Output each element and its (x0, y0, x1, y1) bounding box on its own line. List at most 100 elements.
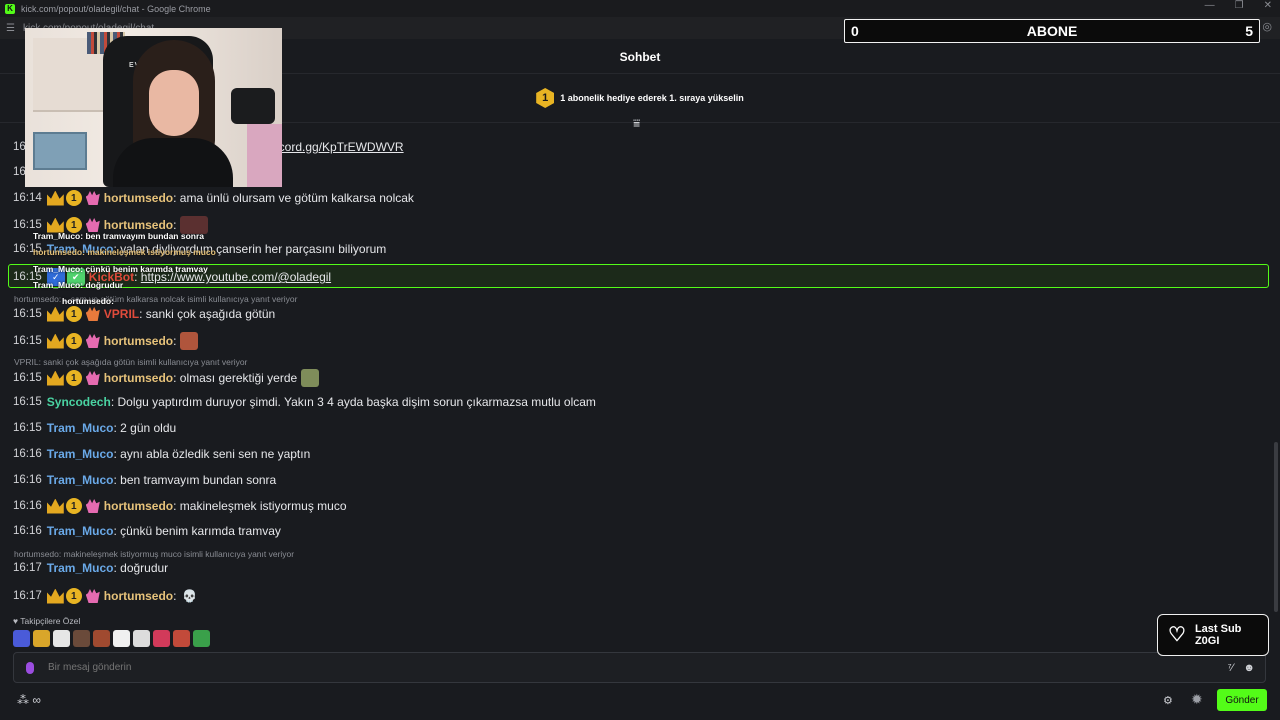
emote-icon[interactable] (173, 630, 190, 647)
send-button[interactable]: Gönder (1217, 689, 1267, 711)
crown-badge-icon (46, 306, 64, 322)
crown-badge-icon (46, 190, 64, 206)
restore-icon[interactable]: ❐ (1235, 0, 1244, 11)
message-text: makineleşmek istiyormuş muco (179, 499, 347, 513)
gifter-badge-icon: 1 (65, 190, 82, 206)
crown-badge-icon (46, 498, 64, 514)
minimize-icon[interactable]: — (1205, 0, 1215, 11)
chat-message: 16:15 Syncodech: Dolgu yaptırdım duruyor… (13, 395, 596, 409)
sub-badge-icon (85, 499, 100, 513)
skull-emote-icon[interactable]: 💀 (180, 587, 198, 605)
chat-message-list[interactable]: 16: /discord.gg/KpTrEWDWVR 16: 16:14 1 h… (0, 124, 1280, 652)
chat-message: 16:16 Tram_Muco: çünkü benim karımda tra… (13, 524, 281, 538)
emote-icon[interactable] (33, 630, 50, 647)
overlay-alert: Tram_Muco: doğrudur (33, 280, 124, 290)
kick-logo-icon: K (5, 3, 15, 14)
chat-message: 16:16 Tram_Muco: ben tramvayım bundan so… (13, 473, 277, 487)
emote-icon[interactable] (180, 332, 199, 350)
username[interactable]: VPRIL (104, 307, 139, 321)
username[interactable]: Tram_Muco (47, 561, 114, 575)
message-text: aynı abla özledik seni sen ne yaptın (120, 447, 311, 461)
message-text: ben tramvayım bundan sonra (120, 473, 277, 487)
promo-text: 1 abonelik hediye ederek 1. sıraya yükse… (560, 93, 744, 103)
translate-icon[interactable]: ⁷⁄ (1228, 662, 1234, 674)
emote-icon[interactable] (301, 369, 320, 387)
emote-icon[interactable] (13, 630, 30, 647)
emote-icon[interactable] (113, 630, 130, 647)
reply-hint: hortumsedo: makineleşmek istiyormuş muco… (14, 549, 295, 559)
message-text: sanki çok aşağıda götün (145, 307, 276, 321)
username[interactable]: hortumsedo (104, 334, 173, 348)
rewards-icon[interactable]: ✹ (1191, 691, 1203, 708)
emote-icon[interactable] (73, 630, 90, 647)
emote-icon[interactable] (153, 630, 170, 647)
crown-badge-icon (46, 588, 64, 604)
streamer-body (113, 138, 233, 187)
storage-box-image (33, 132, 87, 170)
sub-badge-icon (85, 218, 100, 232)
sub-badge-icon (85, 191, 100, 205)
username[interactable]: hortumsedo (104, 589, 173, 603)
message-text: çünkü benim karımda tramvay (120, 524, 281, 538)
chat-title: Sohbet (619, 49, 661, 64)
username[interactable]: hortumsedo (104, 499, 173, 513)
reply-hint: hortumsedo: ...sam ve götüm kalkarsa nol… (14, 294, 298, 304)
overlay-alert: hortumsedo: (62, 296, 114, 306)
last-sub-title: Last Sub (1194, 623, 1242, 635)
chat-message-input[interactable] (46, 661, 1228, 674)
message-text: ama ünlü olursam ve götüm kalkarsa nolca… (179, 191, 414, 205)
chat-message: 16:16 1 hortumsedo: makineleşmek istiyor… (13, 498, 347, 514)
eye-off-icon[interactable]: ◎ (1262, 20, 1272, 33)
message-text: doğrudur (120, 561, 169, 575)
sub-badge-icon (85, 307, 100, 321)
kick-chat-icon (26, 661, 34, 674)
emote-row (13, 630, 210, 647)
close-icon[interactable]: ✕ (1264, 0, 1272, 11)
username[interactable]: Syncodech (47, 395, 111, 409)
followers-only-label: ♥ Takipçilere Özel (13, 616, 81, 626)
footer-left-icons[interactable]: ⁂ ∞ (17, 693, 41, 707)
window-title: kick.com/popout/oladegil/chat - Google C… (21, 3, 211, 14)
site-settings-icon[interactable]: ☰ (6, 23, 15, 34)
gifter-badge-icon: 1 (65, 370, 82, 386)
overlay-alert: hortumsedo: makineleşmek istiyormuş muco (33, 247, 216, 257)
username[interactable]: hortumsedo (104, 371, 173, 385)
sub-badge-icon (85, 334, 100, 348)
chat-scrollbar[interactable] (1274, 442, 1278, 612)
emote-icon[interactable] (93, 630, 110, 647)
username[interactable]: Tram_Muco (47, 447, 114, 461)
browser-title-bar: K kick.com/popout/oladegil/chat - Google… (0, 0, 1280, 17)
username[interactable]: hortumsedo (104, 191, 173, 205)
crown-badge-icon (46, 333, 64, 349)
emoji-icon[interactable]: ☻ (1243, 662, 1255, 674)
chat-message: 16:15 1 hortumsedo: (13, 332, 199, 350)
sub-counter-label: ABONE (1026, 23, 1078, 39)
last-sub-name: Z0GI (1194, 635, 1220, 647)
gifter-badge-icon: 1 (65, 333, 82, 349)
username[interactable]: hortumsedo (104, 218, 173, 232)
sub-counter-goal: 5 (1245, 23, 1253, 39)
chat-message: 16:17 1 hortumsedo: 💀 (13, 587, 198, 605)
username[interactable]: Tram_Muco (47, 524, 114, 538)
gifter-badge-icon: 1 (65, 498, 82, 514)
chat-message: 16:14 1 hortumsedo: ama ünlü olursam ve … (13, 190, 414, 206)
sub-counter-current: 0 (851, 23, 859, 39)
chat-message: 16:15 1 VPRIL: sanki çok aşağıda götün (13, 306, 276, 322)
sub-badge-icon (85, 589, 100, 603)
settings-gear-icon[interactable]: ⚙ (1163, 694, 1173, 707)
rank-badge-icon: 1 (536, 88, 555, 108)
message-text: olması gerektiği yerde (179, 371, 298, 385)
emote-icon[interactable] (133, 630, 150, 647)
reply-hint: VPRIL: sanki çok aşağıda götün isimli ku… (14, 357, 248, 367)
sub-counter-overlay: 0 ABONE 5 (844, 19, 1260, 43)
webcam-overlay: EVIRO (25, 28, 282, 187)
chat-input-box[interactable]: ⁷⁄ ☻ (13, 652, 1266, 683)
emote-icon[interactable] (53, 630, 70, 647)
message-text: Dolgu yaptırdım duruyor şimdi. Yakın 3 4… (117, 395, 596, 409)
username[interactable]: Tram_Muco (47, 473, 114, 487)
username[interactable]: Tram_Muco (47, 421, 114, 435)
last-sub-overlay: ♡ Last Sub Z0GI (1157, 614, 1269, 656)
emote-icon[interactable] (193, 630, 210, 647)
gifter-badge-icon: 1 (65, 306, 82, 322)
overlay-alert: Tram_Muco: çünkü benim karımda tramvay (33, 264, 208, 274)
